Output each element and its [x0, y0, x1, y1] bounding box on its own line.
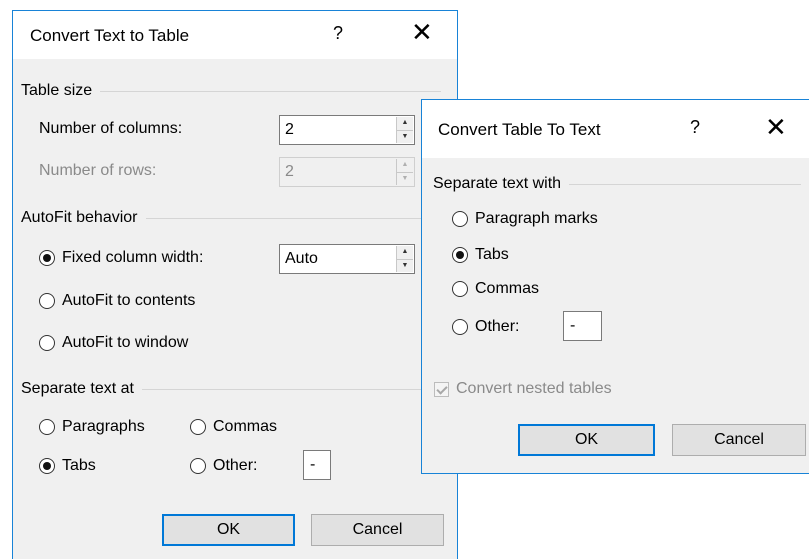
radio-selected-icon: [39, 250, 55, 266]
autofit-window-radio[interactable]: AutoFit to window: [39, 334, 188, 352]
other-separator-input[interactable]: -: [563, 311, 602, 341]
tabs-radio[interactable]: Tabs: [452, 246, 509, 264]
spinner-arrows[interactable]: ▲ ▼: [396, 117, 413, 143]
radio-label: Paragraph marks: [475, 210, 598, 227]
radio-label: Fixed column width:: [62, 249, 204, 266]
radio-icon: [452, 319, 468, 335]
checkbox-label: Convert nested tables: [456, 380, 612, 397]
group-divider: [145, 217, 441, 219]
rows-spinner: 2 ▲ ▼: [279, 157, 415, 187]
help-button[interactable]: ?: [690, 117, 700, 138]
spin-up-icon: ▲: [397, 159, 413, 173]
close-icon[interactable]: ✕: [765, 114, 787, 140]
radio-label: Tabs: [62, 457, 96, 474]
other-separator-value: -: [310, 456, 316, 473]
group-heading: AutoFit behavior: [21, 209, 138, 226]
spin-down-icon: ▼: [401, 174, 409, 182]
other-radio[interactable]: Other:: [190, 457, 257, 475]
convert-nested-tables-checkbox: Convert nested tables: [434, 380, 612, 398]
autofit-group: AutoFit behavior: [21, 209, 441, 227]
radio-icon: [39, 293, 55, 309]
commas-radio[interactable]: Commas: [190, 418, 277, 436]
ok-button[interactable]: OK: [518, 424, 655, 456]
cancel-button[interactable]: Cancel: [311, 514, 444, 546]
group-divider: [100, 90, 441, 92]
spinner-arrows[interactable]: ▲ ▼: [396, 246, 413, 272]
paragraphs-radio[interactable]: Paragraphs: [39, 418, 145, 436]
radio-icon: [190, 419, 206, 435]
group-heading: Separate text with: [433, 175, 562, 192]
rows-value: 2: [285, 163, 294, 180]
separate-text-with-group: Separate text with: [433, 175, 801, 193]
spin-up-icon[interactable]: ▲: [397, 117, 413, 131]
help-button[interactable]: ?: [333, 23, 343, 44]
group-heading: Table size: [21, 82, 93, 99]
ok-button[interactable]: OK: [162, 514, 295, 546]
fixed-width-spinner[interactable]: Auto ▲ ▼: [279, 244, 415, 274]
group-divider: [569, 183, 801, 185]
rows-label: Number of rows:: [39, 162, 157, 179]
columns-spinner[interactable]: 2 ▲ ▼: [279, 115, 415, 145]
convert-text-to-table-dialog: Convert Text to Table ? ✕ Table size Num…: [12, 10, 458, 559]
title-bar: Convert Table To Text ? ✕: [422, 100, 809, 158]
radio-icon: [190, 458, 206, 474]
radio-selected-icon: [452, 247, 468, 263]
radio-label: AutoFit to window: [62, 334, 189, 351]
other-separator-input[interactable]: -: [303, 450, 331, 480]
radio-label: Commas: [475, 280, 540, 297]
radio-icon: [39, 335, 55, 351]
columns-label: Number of columns:: [39, 120, 183, 137]
separate-text-group: Separate text at: [21, 380, 441, 398]
spin-up-icon[interactable]: ▲: [397, 246, 413, 260]
tabs-radio[interactable]: Tabs: [39, 457, 96, 475]
group-divider: [141, 388, 441, 390]
checkbox-checked-icon: [434, 381, 449, 397]
radio-icon: [39, 419, 55, 435]
fixed-width-value: Auto: [285, 250, 318, 267]
spinner-arrows: ▲ ▼: [396, 159, 413, 185]
fixed-width-radio[interactable]: Fixed column width:: [39, 249, 203, 267]
close-icon[interactable]: ✕: [411, 19, 433, 45]
radio-label: Tabs: [475, 246, 509, 263]
table-size-group: Table size: [21, 82, 441, 100]
paragraph-marks-radio[interactable]: Paragraph marks: [452, 210, 598, 228]
radio-label: Other:: [213, 457, 258, 474]
title-bar: Convert Text to Table ? ✕: [13, 11, 457, 59]
autofit-contents-radio[interactable]: AutoFit to contents: [39, 292, 195, 310]
radio-label: AutoFit to contents: [62, 292, 196, 309]
dialog-title: Convert Table To Text: [438, 120, 601, 139]
group-heading: Separate text at: [21, 380, 134, 397]
dialog-title: Convert Text to Table: [30, 26, 190, 45]
spin-down-icon[interactable]: ▼: [397, 260, 413, 273]
radio-label: Paragraphs: [62, 418, 145, 435]
columns-value: 2: [285, 121, 294, 138]
cancel-button[interactable]: Cancel: [672, 424, 806, 456]
radio-label: Commas: [213, 418, 278, 435]
radio-selected-icon: [39, 458, 55, 474]
convert-table-to-text-dialog: Convert Table To Text ? ✕ Separate text …: [421, 99, 809, 474]
spin-down-icon[interactable]: ▼: [397, 131, 413, 144]
other-radio[interactable]: Other:: [452, 318, 519, 336]
radio-label: Other:: [475, 318, 520, 335]
radio-icon: [452, 281, 468, 297]
radio-icon: [452, 211, 468, 227]
other-separator-value: -: [570, 317, 576, 334]
commas-radio[interactable]: Commas: [452, 280, 539, 298]
